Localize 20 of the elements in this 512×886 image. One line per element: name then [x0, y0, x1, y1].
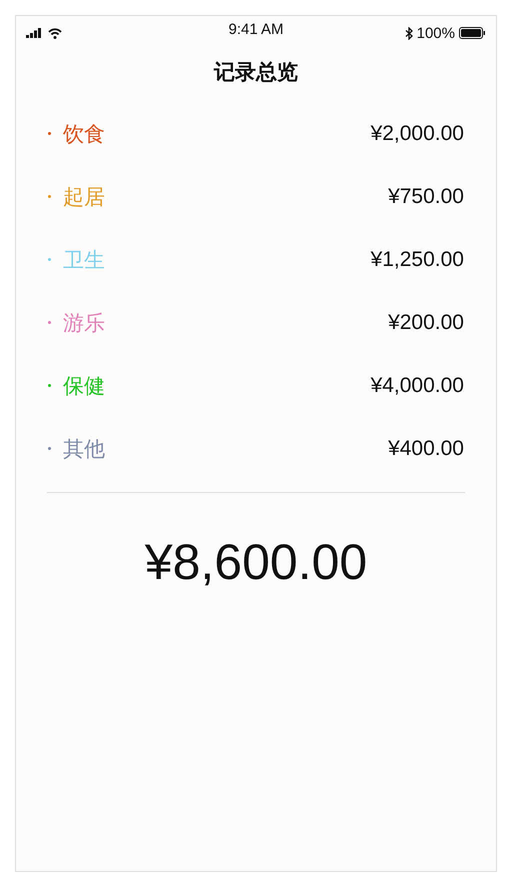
battery-icon: [459, 27, 486, 39]
total-amount: ¥8,600.00: [144, 533, 368, 591]
category-amount: ¥400.00: [388, 436, 464, 460]
category-amount: ¥750.00: [388, 184, 464, 208]
category-amount: ¥2,000.00: [370, 122, 464, 146]
page-title: 记录总览: [212, 59, 299, 86]
category-label: 卫生: [63, 246, 105, 274]
battery-percent: 100%: [416, 24, 455, 42]
category-amount: ¥1,250.00: [370, 248, 464, 272]
category-label: 游乐: [63, 310, 105, 336]
category-amount: ¥4,000.00: [370, 374, 464, 398]
bluetooth-icon: [404, 26, 413, 40]
category-amount: ¥200.00: [388, 310, 464, 334]
category-label: 其他: [63, 436, 105, 462]
category-label: 保健: [63, 372, 105, 400]
status-time: 9:41 AM: [228, 21, 284, 38]
wifi-icon: [48, 28, 62, 38]
category-label: 饮食: [63, 120, 105, 148]
signal-icon: [26, 28, 44, 38]
category-label: 起居: [63, 184, 105, 210]
